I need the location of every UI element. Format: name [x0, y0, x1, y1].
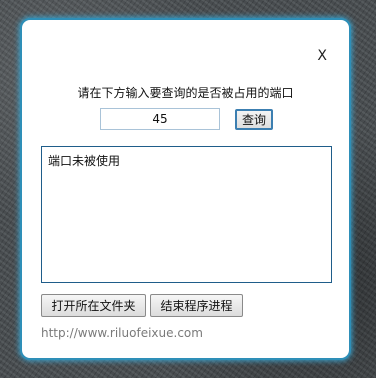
desktop-background: X 请在下方输入要查询的是否被占用的端口 查询 端口未被使用 打开所在文件夹 结… [0, 0, 376, 378]
result-textarea[interactable]: 端口未被使用 [41, 146, 332, 283]
query-button[interactable]: 查询 [235, 109, 273, 130]
website-link[interactable]: http://www.riluofeixue.com [41, 326, 203, 340]
open-folder-button[interactable]: 打开所在文件夹 [41, 294, 146, 317]
port-query-dialog: X 请在下方输入要查询的是否被占用的端口 查询 端口未被使用 打开所在文件夹 结… [20, 18, 351, 360]
close-button[interactable]: X [317, 48, 327, 64]
end-process-button[interactable]: 结束程序进程 [150, 294, 243, 317]
instruction-label: 请在下方输入要查询的是否被占用的端口 [77, 86, 294, 100]
port-input[interactable] [100, 108, 220, 130]
